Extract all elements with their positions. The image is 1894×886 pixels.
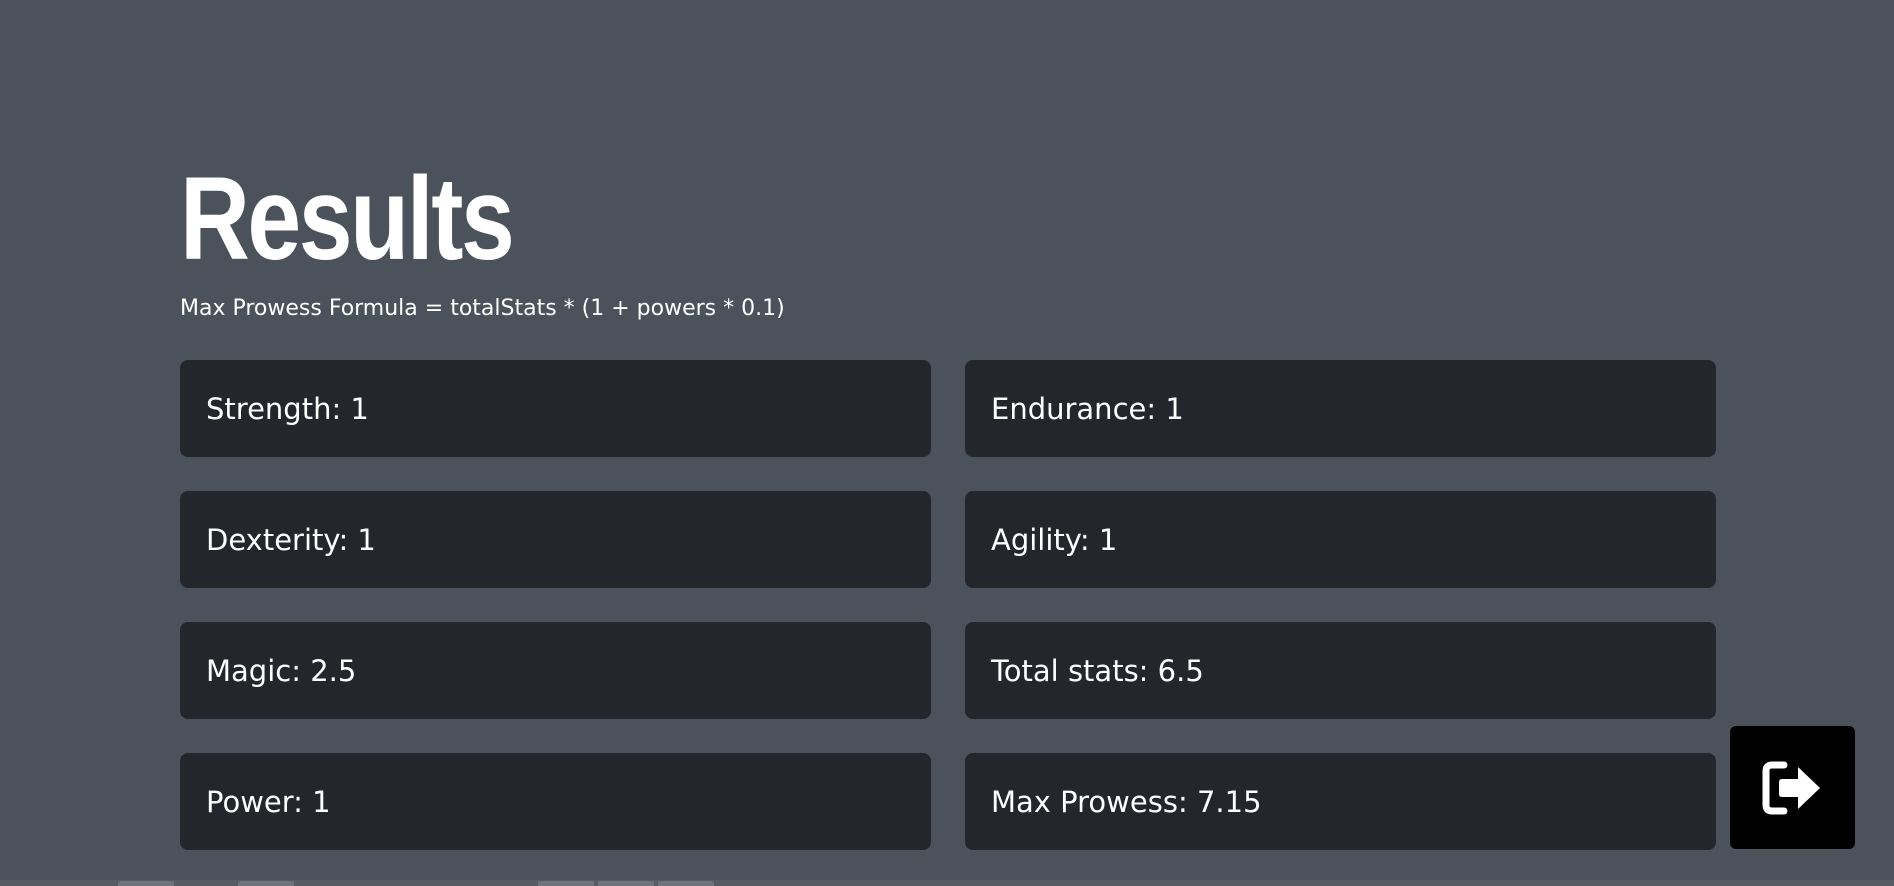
strip-segment — [118, 881, 174, 886]
stat-endurance: Endurance: 1 — [965, 360, 1716, 457]
sign-out-icon — [1762, 761, 1820, 814]
stat-power: Power: 1 — [180, 753, 931, 850]
results-page: Results Max Prowess Formula = totalStats… — [180, 0, 1718, 886]
strip-segment — [598, 881, 654, 886]
stat-max-prowess: Max Prowess: 7.15 — [965, 753, 1716, 850]
strip-segment — [538, 881, 594, 886]
strip-segment — [658, 881, 714, 886]
stat-strength: Strength: 1 — [180, 360, 931, 457]
prowess-formula: Max Prowess Formula = totalStats * (1 + … — [180, 296, 785, 321]
exit-button[interactable] — [1730, 726, 1855, 849]
stats-grid: Strength: 1 Endurance: 1 Dexterity: 1 Ag… — [180, 360, 1718, 850]
strip-segment — [238, 881, 294, 886]
stat-total-stats: Total stats: 6.5 — [965, 622, 1716, 719]
page-title: Results — [180, 153, 515, 285]
stat-agility: Agility: 1 — [965, 491, 1716, 588]
stat-magic: Magic: 2.5 — [180, 622, 931, 719]
stat-dexterity: Dexterity: 1 — [180, 491, 931, 588]
